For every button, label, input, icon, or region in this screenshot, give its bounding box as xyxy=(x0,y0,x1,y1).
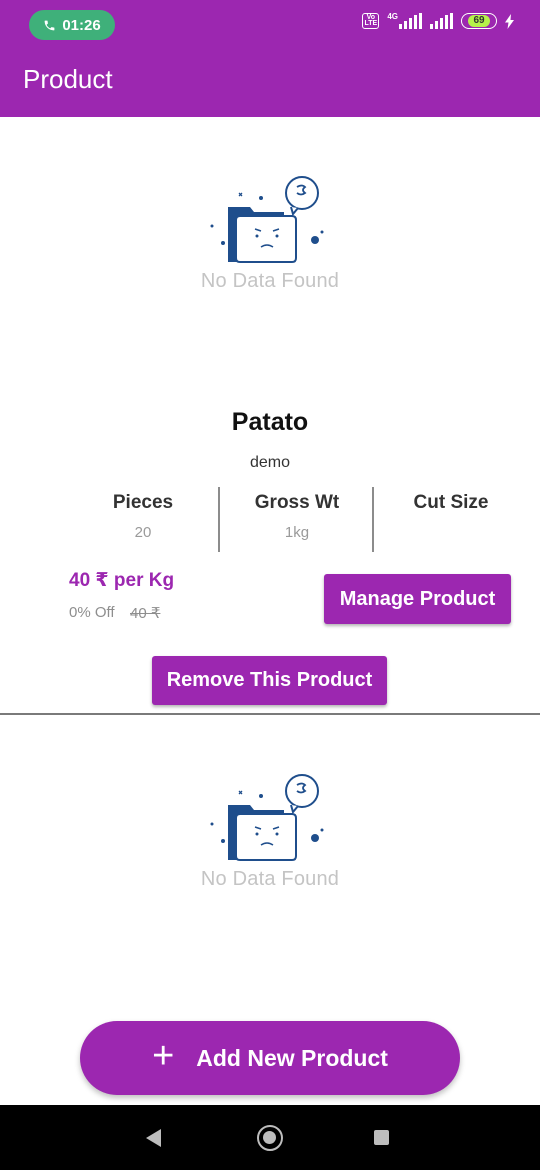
remove-product-button[interactable]: Remove This Product xyxy=(152,656,387,705)
section-divider xyxy=(0,713,540,715)
system-nav-bar xyxy=(0,1105,540,1170)
spec-label: Gross Wt xyxy=(254,492,340,513)
empty-folder-illustration xyxy=(210,176,324,263)
spec-divider xyxy=(372,487,374,552)
plus-icon: + xyxy=(152,1035,175,1077)
recent-apps-icon[interactable] xyxy=(374,1130,389,1145)
volte-icon: Vo LTE xyxy=(362,13,380,29)
product-specs: Pieces 20 Gross Wt 1kg Cut Size xyxy=(66,487,528,552)
ongoing-call-pill[interactable]: 01:26 xyxy=(29,10,115,40)
manage-product-button[interactable]: Manage Product xyxy=(324,574,511,624)
spec-label: Pieces xyxy=(112,492,174,513)
empty-state-top: No Data Found xyxy=(0,174,540,293)
status-time: 01:26 xyxy=(62,16,101,34)
battery-icon: 69 xyxy=(461,13,497,29)
network-type-label: 4G xyxy=(387,12,398,21)
empty-folder-illustration xyxy=(210,774,324,861)
home-icon[interactable] xyxy=(257,1125,283,1151)
signal-4g-icon: 4G xyxy=(387,13,422,29)
add-new-product-label: Add New Product xyxy=(196,1044,388,1071)
spec-pieces: Pieces 20 xyxy=(66,487,220,552)
back-icon[interactable] xyxy=(146,1129,161,1147)
charging-bolt-icon xyxy=(505,13,514,29)
discount-label: 0% Off xyxy=(69,604,115,621)
empty-state-bottom: No Data Found xyxy=(0,772,540,891)
status-icons: Vo LTE 4G 69 xyxy=(362,13,514,29)
product-price: 40 ₹ per Kg xyxy=(69,570,175,591)
spec-label: Cut Size xyxy=(413,492,489,513)
add-new-product-button[interactable]: + Add New Product xyxy=(80,1021,460,1095)
page-title: Product xyxy=(23,64,113,94)
spec-gross-wt: Gross Wt 1kg xyxy=(220,487,374,552)
product-name: Patato xyxy=(231,408,309,436)
spec-cut-size: Cut Size xyxy=(374,487,528,552)
phone-icon xyxy=(44,20,55,30)
signal-icon xyxy=(430,13,453,29)
app-bar: Product xyxy=(0,50,540,117)
spec-value: 20 xyxy=(134,524,152,541)
spec-divider xyxy=(218,487,220,552)
spec-value: 1kg xyxy=(284,524,310,541)
empty-state-text: No Data Found xyxy=(200,270,340,292)
product-description: demo xyxy=(249,454,291,471)
empty-state-text: No Data Found xyxy=(200,868,340,890)
status-bar: 01:26 Vo LTE 4G 69 xyxy=(0,0,540,50)
original-price: 40 ₹ xyxy=(130,605,161,622)
battery-level: 69 xyxy=(468,15,490,27)
